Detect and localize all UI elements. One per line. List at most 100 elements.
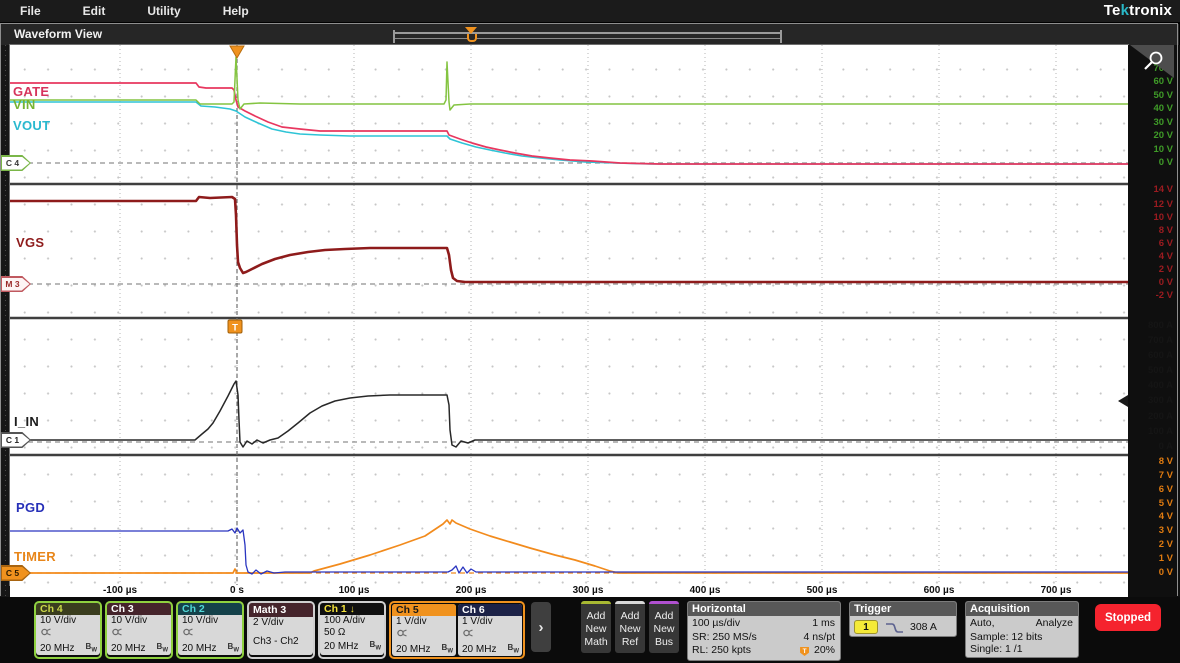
time-axis-label: -100 µs	[88, 585, 152, 596]
scrollbar-track-lower	[395, 38, 780, 39]
channel-badge-ch-1[interactable]: Ch 1↓100 A/div50 Ω20 MHzBW	[320, 603, 384, 655]
bandwidth-row: 20 MHzBW	[462, 642, 519, 656]
scale-label: -2 V	[1156, 291, 1173, 301]
acq-sample: Sample: 12 bits	[970, 631, 1073, 643]
probe-icon	[40, 627, 53, 637]
channel-badge-ch-6[interactable]: Ch 61 V/div20 MHzBW	[458, 604, 522, 656]
trigger-panel[interactable]: Trigger 1 308 A	[849, 601, 957, 637]
horizontal-row: 100 µs/div1 ms	[692, 617, 835, 631]
menu-item-utility[interactable]: Utility	[147, 4, 180, 18]
horizontal-row-left: RL: 250 kpts	[692, 644, 751, 658]
time-axis-label: 600 µs	[907, 585, 971, 596]
badge-group: Math 32 V/div Ch3 - Ch2	[247, 601, 315, 659]
tab-waveform-view[interactable]: Waveform View	[14, 27, 102, 41]
scale-label: 300 A	[1148, 396, 1173, 406]
trigger-level-arrow[interactable]	[1118, 395, 1128, 407]
ground-badge-m3[interactable]: M 3	[0, 276, 31, 292]
time-axis-label: 300 µs	[556, 585, 620, 596]
scale-label: 12 V	[1153, 200, 1173, 210]
waveform-canvas: T	[10, 45, 1128, 585]
channel-badge-ch-4[interactable]: Ch 410 V/div20 MHzBW	[36, 603, 100, 655]
channel-badge-ch-5[interactable]: Ch 51 V/div20 MHzBW	[392, 604, 456, 656]
acquisition-panel[interactable]: Acquisition Auto,Analyze Sample: 12 bits…	[965, 601, 1079, 658]
add-new-bus-button[interactable]: AddNewBus	[649, 601, 679, 653]
scale-label: 10 V	[1153, 213, 1173, 223]
scale-label: 3 V	[1159, 526, 1173, 536]
trigger-position-icon: T	[800, 647, 809, 656]
horizontal-panel[interactable]: Horizontal 100 µs/div1 msSR: 250 MS/s4 n…	[687, 601, 841, 661]
menu-item-help[interactable]: Help	[223, 4, 249, 18]
channel-badges: Ch 410 V/div20 MHzBWCh 310 V/div20 MHzBW…	[34, 601, 525, 659]
bandwidth-row: 20 MHz BW	[182, 641, 239, 655]
channel-badge-math-3[interactable]: Math 32 V/div Ch3 - Ch2	[249, 603, 313, 655]
coupling-row: Ch3 - Ch2	[253, 636, 310, 648]
scale-label: 4 V	[1159, 512, 1173, 522]
more-channels-button[interactable]: ›	[531, 602, 551, 652]
scale-label: 600 A	[1148, 351, 1173, 361]
zoom-corner-button[interactable]	[1126, 45, 1178, 81]
acq-mode: Auto,	[970, 617, 995, 631]
scale-per-div: 10 V/div	[40, 615, 97, 627]
scale-label: 14 V	[1153, 185, 1173, 195]
bandwidth-value: 20 MHz	[182, 643, 216, 655]
horizontal-row-left: SR: 250 MS/s	[692, 631, 757, 645]
right-axis-gutter: 70 V60 V50 V40 V30 V20 V10 V0 V14 V12 V1…	[1128, 45, 1180, 597]
bandwidth-value: 20 MHz	[324, 641, 358, 653]
scrollbar-track	[395, 32, 780, 34]
expansion-point-marker-icon[interactable]	[465, 27, 477, 34]
coupling-row	[40, 627, 97, 641]
waveform-plot-area[interactable]: T	[10, 45, 1128, 585]
add-new-ref-button[interactable]: AddNewRef	[615, 601, 645, 653]
bandwidth-row: 20 MHzBW	[396, 642, 453, 656]
bandwidth-limit-icon: BW	[228, 641, 239, 655]
left-ruler	[0, 45, 10, 597]
scale-label: 6 V	[1159, 485, 1173, 495]
scale-label: 40 V	[1153, 104, 1173, 114]
ground-badge-c4[interactable]: C 4	[0, 155, 31, 171]
menu-item-edit[interactable]: Edit	[83, 4, 106, 18]
add-buttons: AddNewMathAddNewRefAddNewBus	[581, 601, 679, 653]
scale-per-div: 100 A/div	[324, 615, 381, 627]
channel-badge-body: 1 V/div20 MHzBW	[458, 616, 522, 656]
scale-label: 20 V	[1153, 131, 1173, 141]
horizontal-panel-title: Horizontal	[688, 602, 840, 616]
bandwidth-value: 20 MHz	[111, 643, 145, 655]
scale-label: 2 V	[1159, 265, 1173, 275]
stopped-button[interactable]: Stopped	[1095, 604, 1161, 631]
ground-badge-c5[interactable]: C 5	[0, 565, 31, 581]
trigger-source-chip[interactable]: 1	[854, 620, 878, 634]
bandwidth-row: 20 MHz BW	[40, 641, 97, 655]
channel-badge-body: 10 V/div20 MHzBW	[178, 615, 242, 655]
trace-vgs	[10, 197, 1128, 282]
bandwidth-limit-icon: BW	[157, 641, 168, 655]
scale-label: 8 V	[1159, 226, 1173, 236]
menu-item-file[interactable]: File	[20, 4, 41, 18]
pan-zoom-scrollbar[interactable]	[393, 30, 782, 43]
trigger-level-value: 308 A	[910, 621, 937, 633]
time-axis-label: 700 µs	[1024, 585, 1088, 596]
scale-per-div: 10 V/div	[111, 615, 168, 627]
channel-label-vin: VIN	[13, 97, 36, 112]
expansion-point-handle[interactable]	[467, 34, 477, 42]
trigger-position-marker[interactable]	[230, 46, 244, 58]
trigger-flag-label: T	[232, 323, 238, 334]
channel-badge-ch-2[interactable]: Ch 210 V/div20 MHzBW	[178, 603, 242, 655]
scale-per-div: 2 V/div	[253, 617, 310, 629]
badge-group: Ch 210 V/div20 MHzBW	[176, 601, 244, 659]
channel-label-i-in: I_IN	[14, 414, 39, 429]
channel-badge-body: 1 V/div20 MHzBW	[392, 616, 456, 656]
badge-group: Ch 1↓100 A/div50 Ω20 MHzBW	[318, 601, 386, 659]
scale-label: 10 V	[1153, 145, 1173, 155]
horizontal-row: SR: 250 MS/s4 ns/pt	[692, 631, 835, 645]
channel-badge-header: Math 3	[249, 603, 313, 617]
bandwidth-limit-icon: BW	[508, 642, 519, 656]
bandwidth-limit-icon: BW	[86, 641, 97, 655]
ground-badge-c1[interactable]: C 1	[0, 432, 31, 448]
channel-badge-ch-3[interactable]: Ch 310 V/div20 MHzBW	[107, 603, 171, 655]
add-new-math-button[interactable]: AddNewMath	[581, 601, 611, 653]
bandwidth-value: 20 MHz	[40, 643, 74, 655]
scale-label: 0 V	[1159, 278, 1173, 288]
scale-label: 8 V	[1159, 457, 1173, 467]
scale-label: 5 V	[1159, 499, 1173, 509]
scale-label: 500 A	[1148, 366, 1173, 376]
